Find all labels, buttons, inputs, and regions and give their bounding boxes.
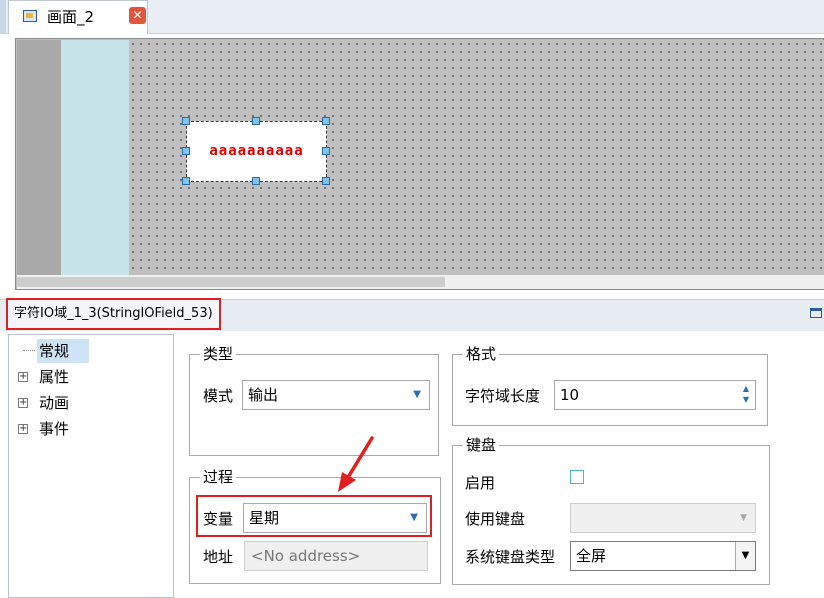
property-tree: 常规 + 属性 + 动画 + 事件 (8, 334, 174, 598)
chevron-down-icon[interactable]: ▼ (735, 542, 755, 570)
tab-strip-edge (0, 0, 6, 34)
tab-label: 画面_2 (47, 8, 95, 26)
dock-icon[interactable] (810, 308, 822, 318)
group-title: 格式 (463, 344, 500, 364)
tree-item-general[interactable]: 常规 (9, 339, 173, 363)
resize-handle-tl[interactable] (182, 117, 190, 125)
group-title: 键盘 (463, 435, 500, 455)
tree-item-label: 常规 (37, 339, 90, 363)
enable-label: 启用 (465, 474, 496, 492)
string-length-label: 字符域长度 (465, 387, 541, 405)
use-keyboard-label: 使用键盘 (465, 510, 526, 528)
enable-checkbox[interactable] (570, 470, 584, 484)
tab-screen-2[interactable]: 画面_2 ✕ (8, 0, 148, 34)
string-length-value: 10 (560, 386, 580, 404)
mode-label: 模式 (203, 387, 234, 405)
resize-handle-tr[interactable] (322, 117, 330, 125)
tree-item-label: 属性 (39, 368, 70, 386)
canvas-left-margin (17, 40, 61, 275)
resize-handle-mr[interactable] (322, 147, 330, 155)
scrollbar-thumb[interactable] (17, 277, 445, 287)
system-keyboard-type-dropdown[interactable]: 全屏 ▼ (570, 541, 756, 571)
string-io-field[interactable]: aaaaaaaaaa (186, 121, 327, 182)
document-tab-strip: 画面_2 ✕ (0, 0, 824, 34)
selected-object-title: 字符IO域_1_3(StringIOField_53) (6, 298, 221, 330)
horizontal-scrollbar[interactable] (17, 275, 824, 289)
resize-handle-tm[interactable] (252, 117, 260, 125)
resize-handle-bl[interactable] (182, 177, 190, 185)
use-keyboard-dropdown: ▼ (570, 503, 756, 533)
group-title: 类型 (200, 344, 237, 364)
tree-item-label: 动画 (39, 394, 70, 412)
expand-icon[interactable]: + (18, 372, 28, 382)
address-label: 地址 (203, 548, 234, 566)
io-field-value: aaaaaaaaaa (209, 143, 304, 159)
resize-handle-ml[interactable] (182, 147, 190, 155)
annotation-highlight-variable (196, 495, 432, 537)
tree-item-label: 事件 (39, 420, 70, 438)
chevron-down-icon: ▼ (740, 513, 747, 523)
mode-value: 输出 (248, 386, 279, 404)
chevron-down-icon: ▼ (413, 389, 421, 400)
annotation-arrow-icon (338, 436, 374, 492)
tree-connector (23, 350, 35, 351)
tree-item-animation[interactable]: + 动画 (9, 391, 173, 415)
canvas-side-area (61, 40, 129, 275)
expand-icon[interactable]: + (18, 398, 28, 408)
mode-dropdown[interactable]: 输出 ▼ (242, 380, 430, 410)
spinner-arrows-icon[interactable]: ▲ ▼ (743, 383, 749, 405)
tree-item-properties[interactable]: + 属性 (9, 365, 173, 389)
resize-handle-br[interactable] (322, 177, 330, 185)
tree-item-events[interactable]: + 事件 (9, 417, 173, 441)
group-title: 过程 (200, 467, 237, 487)
screen-icon (23, 10, 37, 22)
system-keyboard-type-value: 全屏 (576, 547, 607, 565)
address-field: <No address> (244, 541, 428, 571)
screen-canvas[interactable] (15, 38, 824, 290)
resize-handle-bm[interactable] (252, 177, 260, 185)
close-icon[interactable]: ✕ (129, 7, 146, 24)
expand-icon[interactable]: + (18, 424, 28, 434)
string-length-stepper[interactable]: 10 ▲ ▼ (554, 380, 756, 410)
system-keyboard-type-label: 系统键盘类型 (465, 548, 556, 566)
